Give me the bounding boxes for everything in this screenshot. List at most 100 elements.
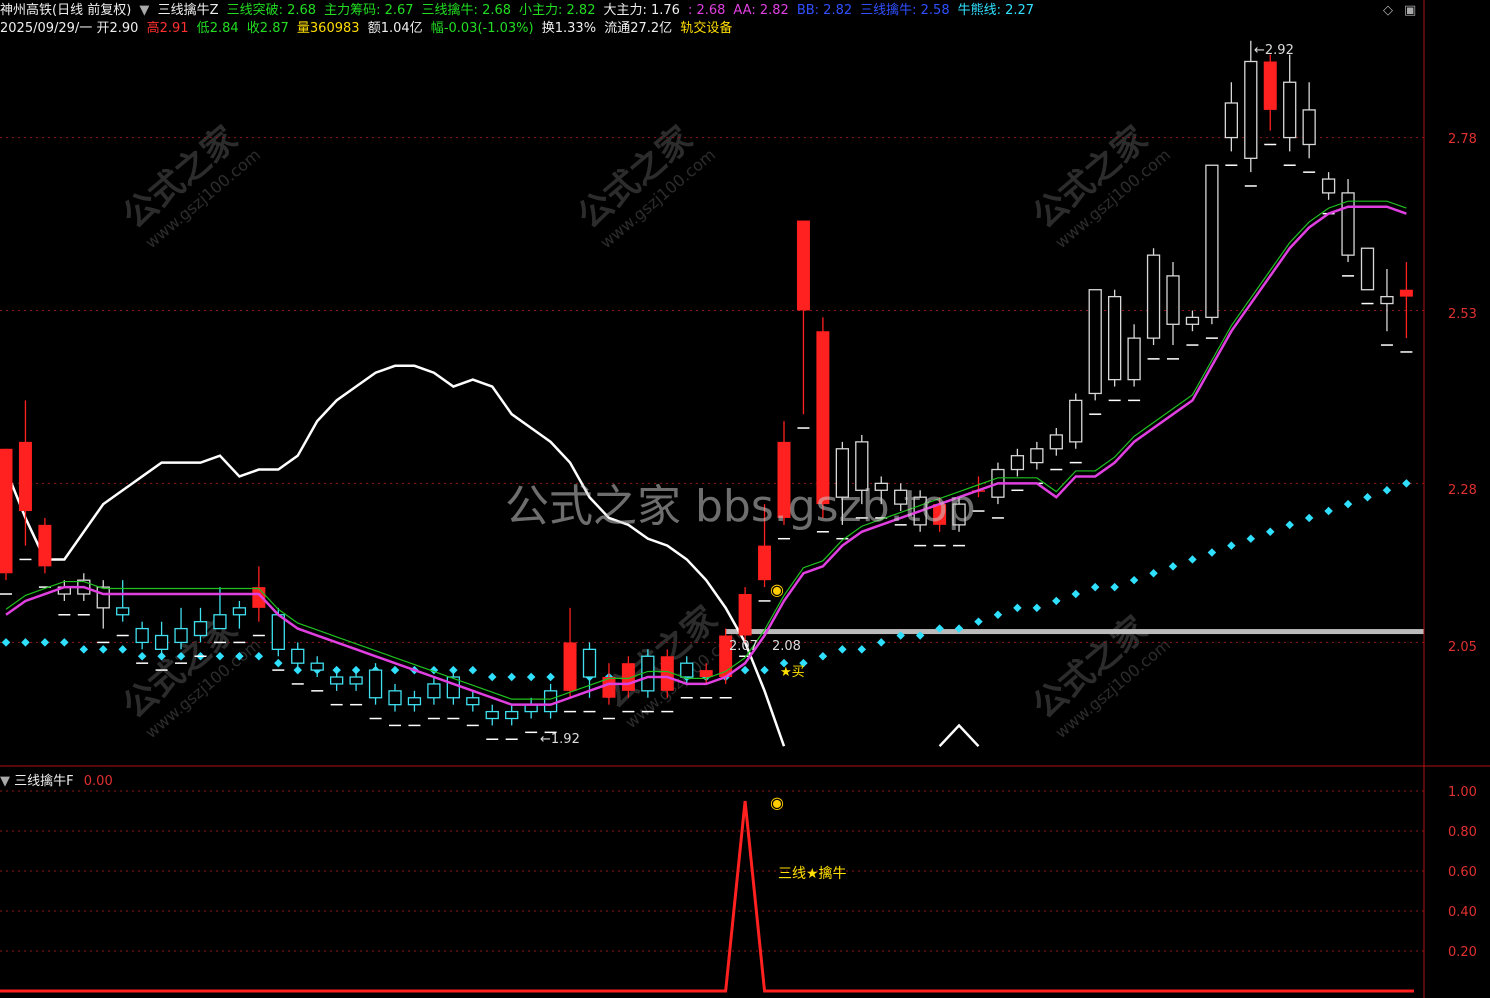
sub-y-tick-label: 0.20 (1448, 945, 1477, 960)
y-tick-label: 2.05 (1448, 640, 1477, 655)
candle (446, 670, 461, 705)
bull-bear-point (1207, 548, 1217, 557)
candle (1108, 289, 1122, 387)
bull-bear-point (254, 652, 264, 661)
candle (135, 621, 149, 650)
level-left-label: 2.07 (729, 639, 758, 654)
bull-bear-point (40, 638, 50, 647)
bull-bear-point (1032, 603, 1042, 613)
candle (1088, 289, 1102, 401)
candle (563, 607, 577, 698)
bull-bear-point (974, 617, 983, 626)
bull-bear-point (488, 672, 497, 682)
candle (1283, 54, 1297, 152)
candle (1341, 179, 1355, 263)
candle (524, 697, 538, 719)
candle (310, 656, 324, 678)
candle (1321, 172, 1336, 200)
low-price-marker: ←1.92 (540, 732, 580, 747)
candle (1127, 324, 1141, 387)
bull-bear-point (1188, 555, 1197, 564)
bull-bear-point (1266, 527, 1275, 537)
candle (1030, 441, 1044, 470)
bull-bear-point (760, 665, 769, 675)
candle (699, 663, 713, 684)
bull-bear-point (526, 672, 536, 682)
candle (1360, 247, 1375, 291)
bull-bear-point (1343, 499, 1353, 509)
bull-bear-point (79, 645, 89, 654)
center-watermark: 公式之家 bbs.gszb.top (505, 481, 976, 532)
candle (1146, 248, 1161, 346)
bull-bear-point (118, 645, 127, 654)
sub-chart[interactable] (0, 767, 1490, 998)
bull-bear-point (1168, 562, 1178, 571)
y-tick-label: 2.28 (1448, 483, 1477, 498)
bull-bear-point (1304, 513, 1314, 523)
candle (174, 607, 188, 650)
candle (407, 690, 422, 712)
candle (1185, 310, 1200, 332)
candle (0, 448, 13, 581)
bull-bear-point (1071, 589, 1080, 599)
bull-bear-point (99, 645, 108, 654)
candle (1380, 268, 1394, 332)
candle (329, 670, 344, 691)
candle (1049, 428, 1063, 456)
candle (154, 621, 169, 657)
bull-bear-point (546, 672, 555, 682)
bull-bear-point (1324, 506, 1333, 516)
bull-bear-point (1246, 534, 1256, 543)
money-bag-icon: ◉ (770, 580, 784, 599)
candle (466, 690, 480, 712)
candle (116, 580, 130, 622)
bull-bear-point (857, 645, 867, 654)
bull-bear-point (818, 652, 828, 661)
bull-bear-point (1363, 492, 1372, 502)
bull-bear-point (60, 638, 69, 647)
candle (232, 600, 247, 629)
y-tick-label: 2.53 (1448, 307, 1477, 322)
bull-bear-point (137, 652, 147, 661)
bull-bear-point (1110, 582, 1119, 592)
bull-bear-point (507, 672, 516, 682)
sub-y-tick-label: 0.40 (1448, 905, 1477, 920)
candle (1205, 164, 1219, 325)
candle (543, 683, 558, 719)
bull-bear-point (1227, 541, 1236, 550)
bull-bear-point (1013, 603, 1022, 613)
candle (1010, 448, 1025, 477)
bull-bear-point (877, 638, 886, 647)
candle (388, 683, 402, 712)
bull-bear-point (1090, 582, 1100, 592)
bull-bear-point (1402, 479, 1411, 488)
candle (193, 607, 208, 643)
bull-bear-point (1285, 520, 1294, 530)
candle (1302, 82, 1316, 159)
sub-y-tick-label: 0.80 (1448, 825, 1477, 840)
candle (349, 670, 363, 691)
candle (38, 517, 52, 574)
bull-bear-point (838, 645, 847, 654)
candle (1166, 262, 1180, 346)
level-line (725, 629, 1424, 635)
candle (368, 663, 383, 705)
bull-bear-point (235, 652, 244, 661)
signal-label: 三线★擒牛 (778, 866, 847, 882)
bull-bear-point (1129, 575, 1139, 585)
candle (18, 400, 32, 546)
bull-bear-point (274, 658, 283, 668)
y-tick-label: 2.78 (1448, 132, 1477, 147)
candle (1224, 82, 1238, 152)
money-bag-icon: ◉ (770, 793, 784, 812)
bull-bear-point (1052, 596, 1061, 606)
candle (1244, 40, 1258, 173)
bull-bear-point (21, 638, 30, 647)
buy-signal-label: ★买 (780, 665, 805, 680)
bull-bear-point (993, 610, 1003, 620)
bull-bear-point (740, 665, 750, 675)
candle (505, 704, 519, 726)
high-price-marker: ←2.92 (1254, 43, 1294, 58)
bull-bear-point (390, 665, 400, 675)
candle (796, 220, 810, 415)
